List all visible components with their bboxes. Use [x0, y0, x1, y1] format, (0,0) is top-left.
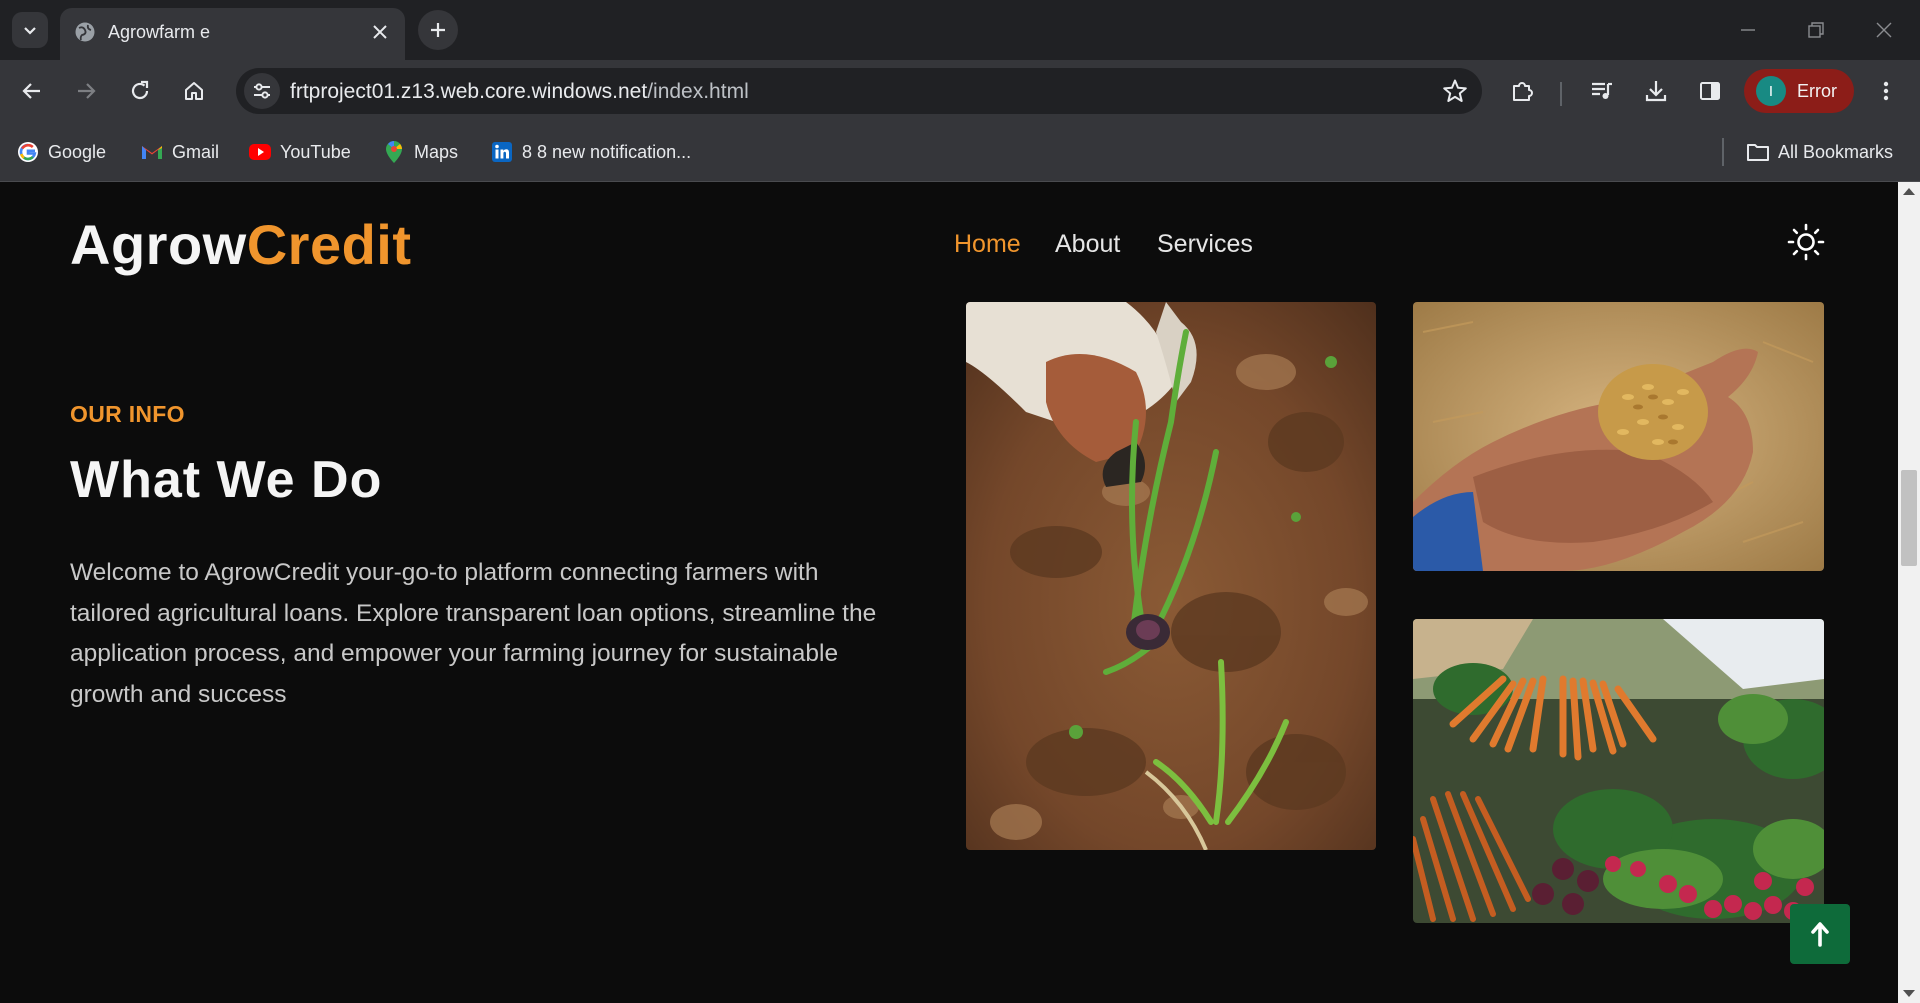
browser-toolbar: frtproject01.z13.web.core.windows.net/in… [0, 60, 1920, 122]
downloads-button[interactable] [1638, 73, 1674, 109]
address-bar[interactable]: frtproject01.z13.web.core.windows.net/in… [236, 68, 1482, 114]
minimize-icon [1741, 29, 1755, 31]
scrollbar-thumb[interactable] [1901, 470, 1917, 566]
arrow-left-icon [22, 83, 40, 99]
globe-icon [75, 22, 95, 42]
bookmark-label: Google [48, 141, 107, 162]
page-viewport: AgrowCredit Home About Services OUR INFO… [0, 182, 1920, 1003]
folder-icon [1746, 140, 1770, 164]
site-logo[interactable]: AgrowCredit [70, 212, 412, 277]
url-text[interactable]: frtproject01.z13.web.core.windows.net/in… [290, 80, 749, 104]
bookmark-youtube[interactable]: YouTube [248, 139, 351, 165]
home-icon [185, 82, 203, 100]
forward-button[interactable] [68, 73, 104, 109]
profile-button[interactable]: I Error [1744, 69, 1854, 113]
section-eyebrow: OUR INFO [70, 401, 185, 427]
browser-tab[interactable]: Agrowfarm e [60, 8, 405, 60]
youtube-icon [248, 140, 272, 164]
page-scrollbar[interactable] [1898, 182, 1920, 1003]
tab-search-button[interactable] [12, 12, 48, 48]
profile-status-label: Error [1797, 80, 1837, 101]
close-icon [1876, 22, 1892, 38]
plus-icon [431, 23, 445, 37]
maps-icon [382, 140, 406, 164]
all-bookmarks-label: All Bookmarks [1778, 141, 1894, 162]
google-icon [16, 140, 40, 164]
logo-text-primary: Agrow [70, 213, 247, 276]
queue-music-icon [1592, 82, 1612, 99]
reload-button[interactable] [122, 73, 158, 109]
bookmark-maps[interactable]: Maps [382, 139, 458, 165]
bookmark-label: YouTube [280, 141, 351, 162]
all-bookmarks-button[interactable]: All Bookmarks [1746, 139, 1893, 165]
minimize-button[interactable] [1726, 14, 1770, 46]
toolbar-separator [1560, 82, 1562, 106]
download-icon [1645, 81, 1667, 102]
home-button[interactable] [176, 73, 212, 109]
nav-link-home[interactable]: Home [954, 230, 1021, 259]
side-panel-icon [1700, 82, 1720, 100]
avatar: I [1756, 76, 1786, 106]
media-button[interactable] [1584, 73, 1620, 109]
section-heading: What We Do [70, 451, 383, 509]
new-tab-button[interactable] [418, 10, 458, 50]
menu-button[interactable] [1868, 73, 1904, 109]
url-path: /index.html [647, 80, 749, 103]
star-icon[interactable] [1442, 78, 1468, 104]
bookmark-linkedin[interactable]: 8 8 new notification... [490, 139, 691, 165]
nav-link-about[interactable]: About [1055, 230, 1120, 259]
close-icon[interactable] [369, 21, 391, 43]
back-button[interactable] [14, 73, 50, 109]
bookmark-label: 8 8 new notification... [522, 141, 692, 162]
scroll-down-arrow[interactable] [1903, 990, 1915, 997]
linkedin-icon [490, 140, 514, 164]
planting-seedling-photo [966, 302, 1376, 850]
close-window-button[interactable] [1862, 14, 1906, 46]
bookmark-label: Gmail [172, 141, 220, 162]
arrow-right-icon [78, 83, 96, 99]
gmail-icon [140, 140, 164, 164]
site-info-button[interactable] [244, 73, 280, 109]
tune-icon [254, 83, 270, 99]
bookmark-google[interactable]: Google [16, 139, 106, 165]
extensions-button[interactable] [1504, 73, 1540, 109]
restore-icon [1808, 22, 1824, 38]
tab-title: Agrowfarm e [108, 22, 211, 42]
bookmark-label: Maps [414, 141, 459, 162]
chevron-down-icon [24, 27, 36, 35]
grain-in-hand-photo [1413, 302, 1824, 571]
vegetables-market-photo [1413, 619, 1824, 923]
scroll-to-top-button[interactable] [1790, 904, 1850, 964]
bookmark-gmail[interactable]: Gmail [140, 139, 219, 165]
restore-button[interactable] [1794, 14, 1838, 46]
bookmarks-bar: Google Gmail YouTube Maps 8 8 new notifi… [0, 122, 1920, 182]
reload-icon [131, 80, 149, 100]
puzzle-icon [1513, 82, 1533, 101]
nav-link-services[interactable]: Services [1157, 230, 1253, 259]
sun-icon[interactable] [1786, 222, 1826, 262]
section-body: Welcome to AgrowCredit your-go-to platfo… [70, 559, 877, 708]
logo-text-accent: Credit [246, 213, 412, 276]
url-host: frtproject01.z13.web.core.windows.net [290, 80, 648, 103]
bookmarks-separator [1722, 138, 1724, 166]
scroll-up-arrow[interactable] [1903, 188, 1915, 195]
tab-strip: Agrowfarm e [0, 0, 1920, 60]
side-panel-button[interactable] [1692, 73, 1728, 109]
more-vert-icon [1883, 81, 1889, 101]
arrow-up-icon [1811, 922, 1829, 947]
